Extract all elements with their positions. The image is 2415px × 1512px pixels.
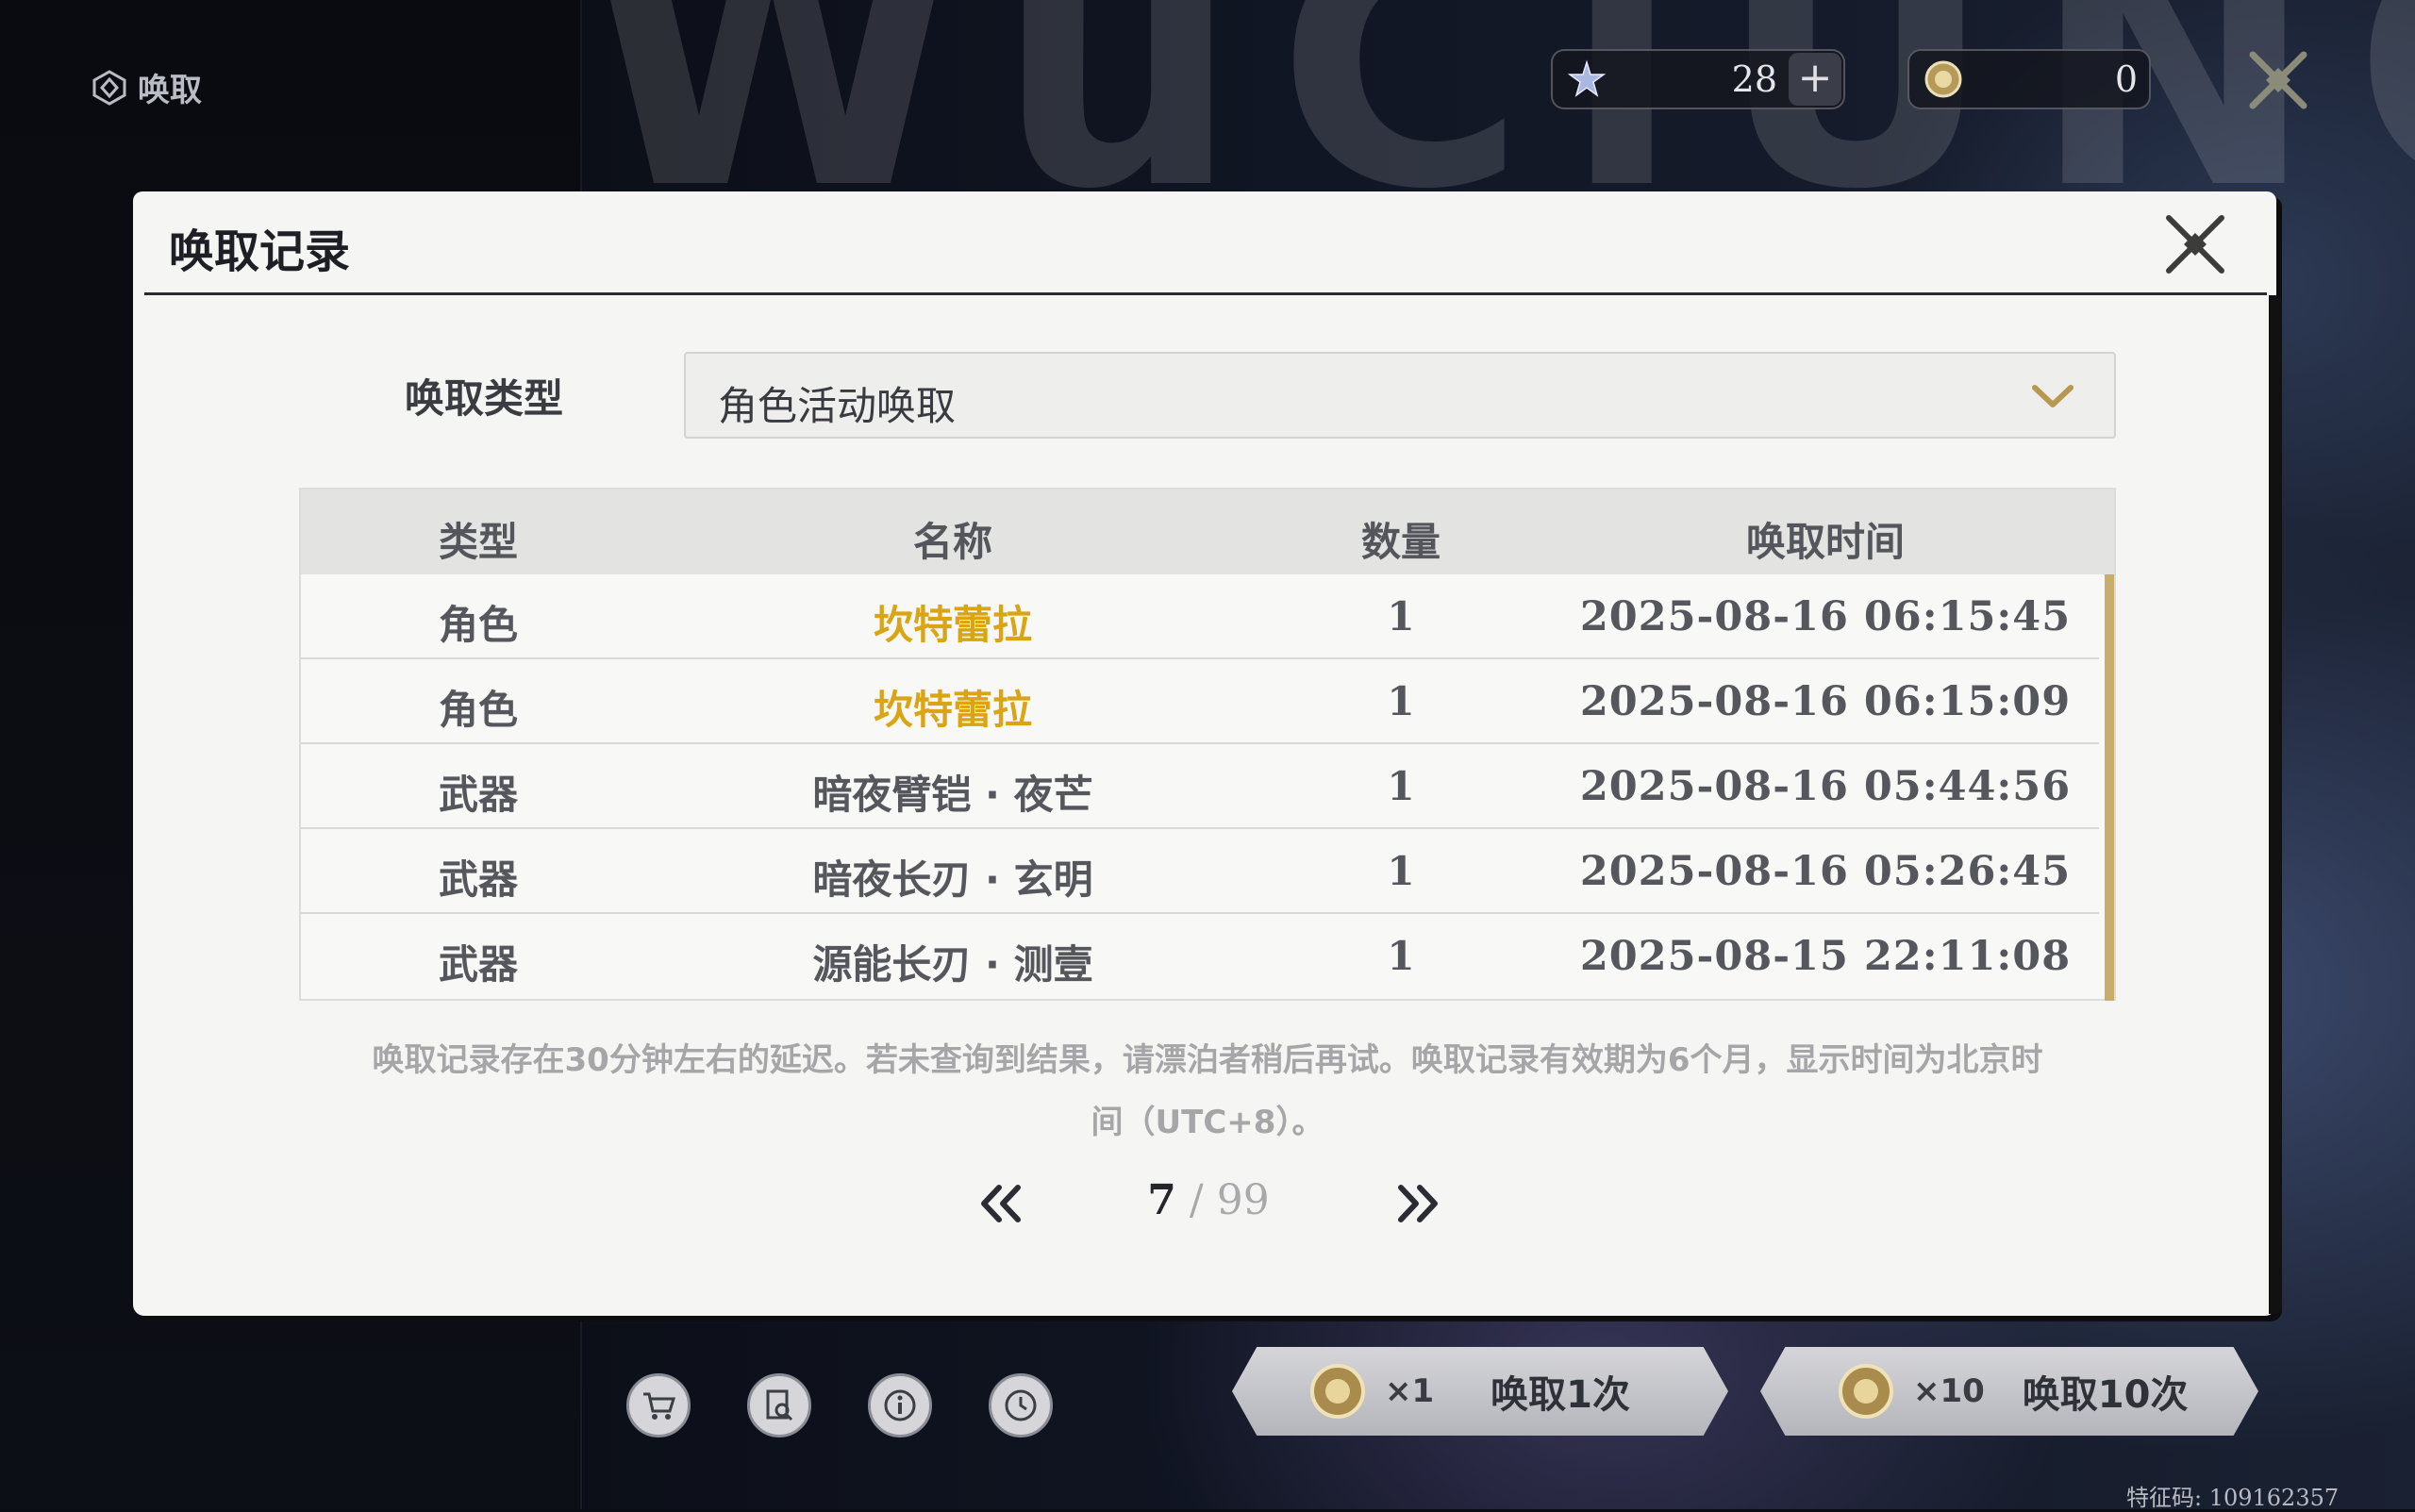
column-header-quantity: 数量 <box>1360 519 1441 565</box>
row-type: 武器 <box>438 772 518 818</box>
row-time: 2025-08-16 05:44:56 <box>1579 763 2072 810</box>
column-header-type: 类型 <box>438 519 518 565</box>
row-quantity: 1 <box>1387 848 1415 894</box>
row-quantity: 1 <box>1387 933 1415 979</box>
astrite-count: 28 <box>1731 58 1777 100</box>
history-table: 类型 名称 数量 唤取时间 角色 坎特蕾拉 1 2025-08-16 06:15… <box>299 488 2116 1001</box>
row-quantity: 1 <box>1387 678 1415 724</box>
current-page: 7 <box>1147 1176 1176 1224</box>
column-header-name: 名称 <box>912 519 992 565</box>
total-pages: 99 <box>1216 1176 1270 1224</box>
row-time: 2025-08-16 06:15:09 <box>1579 678 2072 725</box>
table-row: 武器 暗夜长刃 · 玄明 1 2025-08-16 05:26:45 <box>301 829 2099 914</box>
convene-type-value: 角色活动唤取 <box>718 383 957 429</box>
page-header: 唤取 <box>91 64 202 110</box>
tide-currency: 0 <box>1907 49 2151 109</box>
shop-button[interactable] <box>626 1373 691 1437</box>
column-header-time: 唤取时间 <box>1745 519 1905 565</box>
notice-line-1: 唤取记录存在30分钟左右的延迟。若未查询到结果，请漂泊者稍后再试。唤取记录有效期… <box>372 1041 2043 1079</box>
exit-icon[interactable] <box>2245 47 2311 113</box>
row-type: 角色 <box>438 687 518 733</box>
notice-line-2: 间（UTC+8）。 <box>1091 1104 1324 1141</box>
row-name: 坎特蕾拉 <box>873 602 1032 648</box>
convene-type-dropdown[interactable]: 角色活动唤取 <box>684 352 2116 439</box>
radiant-tide-coin-icon <box>1924 60 1962 98</box>
row-type: 武器 <box>438 856 518 903</box>
info-icon <box>884 1389 916 1421</box>
delay-notice: 唤取记录存在30分钟左右的延迟。若未查询到结果，请漂泊者稍后再试。唤取记录有效期… <box>299 1029 2116 1154</box>
next-page-icon[interactable] <box>1393 1182 1442 1225</box>
row-quantity: 1 <box>1387 593 1415 640</box>
row-name: 源能长刃 · 测壹 <box>812 941 1093 988</box>
page-indicator: 7 / 99 <box>1076 1176 1341 1224</box>
table-row: 角色 坎特蕾拉 1 2025-08-16 06:15:45 <box>301 574 2099 659</box>
clock-history-icon <box>1005 1389 1037 1421</box>
shopping-cart-icon <box>643 1392 676 1420</box>
row-quantity: 1 <box>1387 763 1415 809</box>
astrite-star-icon <box>1567 59 1607 97</box>
row-time: 2025-08-16 06:15:45 <box>1579 593 2072 640</box>
pull-once-cost: ×1 <box>1385 1372 1435 1410</box>
info-button[interactable] <box>868 1373 932 1437</box>
row-time: 2025-08-16 05:26:45 <box>1579 848 2072 895</box>
row-name: 坎特蕾拉 <box>873 687 1032 733</box>
row-type: 武器 <box>438 941 518 988</box>
page-separator: / <box>1175 1176 1217 1224</box>
pull-once-label: 唤取1次 <box>1491 1373 1630 1417</box>
pull-ten-cost: ×10 <box>1913 1372 1985 1410</box>
row-type: 角色 <box>438 602 518 648</box>
pull-once-button[interactable]: ×1 唤取1次 <box>1232 1347 1728 1436</box>
row-time: 2025-08-15 22:11:08 <box>1579 933 2072 980</box>
radiant-tide-coin-icon <box>1310 1364 1365 1419</box>
table-scrollbar[interactable] <box>2105 574 2114 1001</box>
convene-type-label: 唤取类型 <box>405 375 564 422</box>
table-header: 类型 名称 数量 唤取时间 <box>301 490 2114 574</box>
table-row: 角色 坎特蕾拉 1 2025-08-16 06:15:09 <box>301 659 2099 744</box>
chevron-down-icon <box>2032 385 2074 407</box>
dialog-title: 唤取记录 <box>169 225 351 278</box>
row-name: 暗夜臂铠 · 夜芒 <box>812 772 1093 818</box>
previous-page-icon[interactable] <box>976 1182 1025 1225</box>
radiant-tide-coin-icon <box>1839 1364 1893 1419</box>
close-dialog-icon[interactable] <box>2161 210 2229 278</box>
details-button[interactable] <box>747 1373 811 1437</box>
astrite-currency: 28 + <box>1551 49 1845 109</box>
pull-ten-label: 唤取10次 <box>2022 1373 2189 1417</box>
pull-ten-button[interactable]: ×10 唤取10次 <box>1760 1347 2258 1436</box>
table-row: 武器 源能长刃 · 测壹 1 2025-08-15 22:11:08 <box>301 914 2099 999</box>
convene-history-dialog: 唤取记录 唤取类型 角色活动唤取 类型 名称 数量 唤取时间 角色 坎特蕾拉 1… <box>133 191 2282 1316</box>
document-search-icon <box>766 1389 793 1421</box>
title-divider <box>144 292 2267 295</box>
convene-icon <box>92 69 126 106</box>
page-title: 唤取 <box>138 72 202 109</box>
feature-code: 特征码: 109162357 <box>2126 1485 2340 1511</box>
add-astrite-button[interactable]: + <box>1789 53 1841 106</box>
row-name: 暗夜长刃 · 玄明 <box>812 856 1093 903</box>
tide-count: 0 <box>2114 58 2138 100</box>
table-row: 武器 暗夜臂铠 · 夜芒 1 2025-08-16 05:44:56 <box>301 744 2099 829</box>
history-button[interactable] <box>989 1373 1053 1437</box>
